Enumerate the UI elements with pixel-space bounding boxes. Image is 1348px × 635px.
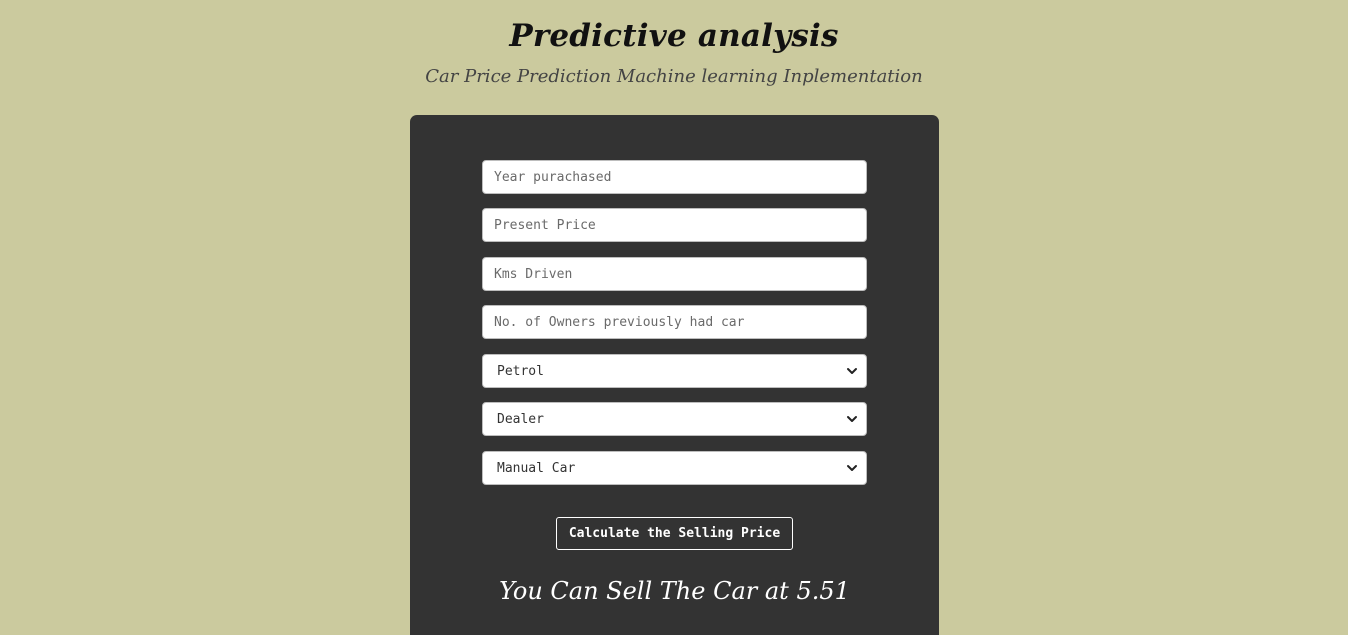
seller-type-select[interactable]: Dealer: [482, 402, 867, 436]
chevron-down-icon: [847, 416, 857, 422]
calculate-price-button[interactable]: Calculate the Selling Price: [556, 517, 793, 550]
transmission-select[interactable]: Manual Car: [482, 451, 867, 485]
fuel-type-select[interactable]: Petrol: [482, 354, 867, 388]
prediction-form-panel: Petrol Dealer Manual Car Calculate the S…: [410, 115, 939, 635]
prediction-result-text: You Can Sell The Car at 5.51: [499, 577, 850, 605]
chevron-down-icon: [847, 368, 857, 374]
year-purchased-input[interactable]: [482, 160, 867, 194]
seller-type-value: Dealer: [497, 411, 544, 427]
fuel-type-value: Petrol: [497, 363, 544, 379]
page: Predictive analysis Car Price Prediction…: [0, 0, 1348, 635]
page-subtitle: Car Price Prediction Machine learning In…: [425, 66, 923, 87]
present-price-input[interactable]: [482, 208, 867, 242]
owners-input[interactable]: [482, 305, 867, 339]
transmission-value: Manual Car: [497, 460, 576, 476]
chevron-down-icon: [847, 465, 857, 471]
page-title: Predictive analysis: [509, 18, 839, 54]
kms-driven-input[interactable]: [482, 257, 867, 291]
